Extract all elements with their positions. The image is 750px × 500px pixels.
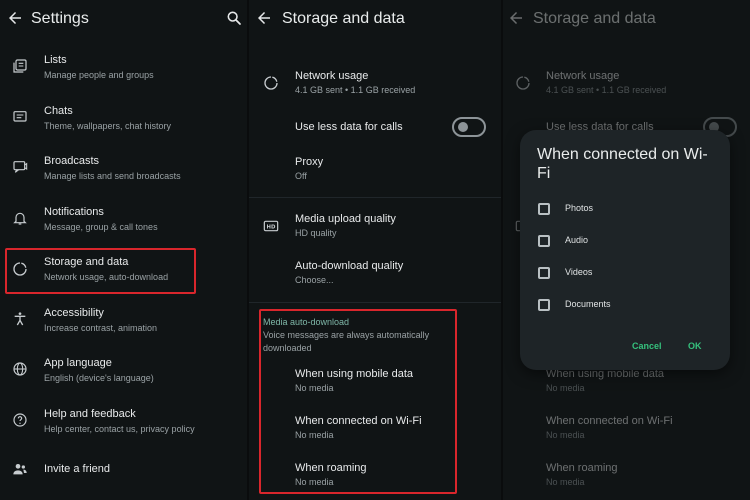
roaming-item: When roaming No media [503, 460, 750, 492]
help-icon [12, 412, 28, 428]
item-subtitle: No media [546, 430, 585, 440]
network-usage-icon [515, 75, 531, 91]
back-arrow-icon [507, 9, 525, 27]
lists-icon [12, 58, 28, 74]
item-subtitle: Choose... [295, 275, 334, 285]
chat-icon [12, 109, 28, 125]
settings-item-subtitle: Theme, wallpapers, chat history [44, 121, 172, 131]
item-label: When connected on Wi-Fi [546, 415, 673, 427]
settings-item-subtitle: English (device's language) [44, 373, 154, 383]
ok-button[interactable]: OK [688, 341, 702, 351]
search-icon[interactable] [226, 10, 242, 26]
settings-item-notifications[interactable]: Notifications Message, group & call tone… [0, 204, 247, 248]
back-arrow-icon[interactable] [6, 9, 24, 27]
settings-item-label: Lists [44, 54, 67, 66]
storage-top-bar: Storage and data [249, 0, 501, 40]
invite-icon [12, 461, 28, 477]
settings-item-label: Help and feedback [44, 408, 136, 420]
option-label: Videos [565, 267, 593, 277]
broadcast-icon [12, 159, 28, 175]
settings-item-subtitle: Increase contrast, animation [44, 323, 158, 333]
option-videos[interactable]: Videos [538, 264, 718, 284]
page-title: Settings [31, 10, 89, 27]
item-label: Network usage [295, 70, 369, 82]
storage-top-bar: Storage and data [503, 0, 750, 40]
settings-item-app-language[interactable]: App language English (device's language) [0, 355, 247, 399]
globe-icon [12, 361, 28, 377]
settings-item-subtitle: Network usage, auto-download [44, 272, 169, 282]
settings-item-subtitle: Message, group & call tones [44, 222, 158, 232]
settings-item-broadcasts[interactable]: Broadcasts Manage lists and send broadca… [0, 153, 247, 197]
checkbox[interactable] [538, 299, 550, 311]
item-subtitle: 4.1 GB sent • 1.1 GB received [546, 85, 667, 95]
settings-item-label: Notifications [44, 206, 104, 218]
page-title: Storage and data [282, 10, 405, 27]
accessibility-icon [12, 311, 28, 327]
proxy-item[interactable]: Proxy Off [249, 154, 501, 186]
item-label: Proxy [295, 156, 324, 168]
section-divider [249, 302, 501, 303]
checkbox[interactable] [538, 235, 550, 247]
storage-icon [12, 261, 28, 277]
item-subtitle: No media [546, 383, 585, 393]
settings-item-chats[interactable]: Chats Theme, wallpapers, chat history [0, 103, 247, 147]
svg-text:HD: HD [267, 224, 276, 230]
settings-item-label: Invite a friend [44, 463, 111, 475]
less-data-toggle[interactable] [452, 117, 486, 137]
bell-icon [12, 210, 28, 226]
item-label: Use less data for calls [295, 121, 403, 133]
dialog-title: When connected on Wi-Fi [537, 146, 708, 182]
wifi-auto-download-dialog: When connected on Wi-Fi Photos Audio Vid… [520, 130, 730, 370]
settings-item-storage-and-data[interactable]: Storage and data Network usage, auto-dow… [0, 254, 247, 298]
storage-screen: Storage and data Network usage 4.1 GB se… [249, 0, 501, 500]
item-subtitle: Off [295, 171, 307, 181]
option-audio[interactable]: Audio [538, 232, 718, 252]
item-label: Network usage [546, 70, 620, 82]
settings-item-label: Chats [44, 105, 73, 117]
item-subtitle: HD quality [295, 228, 337, 238]
wifi-item: When connected on Wi-Fi No media [503, 413, 750, 445]
option-documents[interactable]: Documents [538, 296, 718, 316]
item-label: When roaming [546, 462, 618, 474]
item-label: Auto-download quality [295, 260, 404, 272]
network-usage-item: Network usage 4.1 GB sent • 1.1 GB recei… [503, 68, 750, 102]
settings-item-label: App language [44, 357, 112, 369]
option-label: Photos [565, 203, 594, 213]
option-label: Audio [565, 235, 589, 245]
hd-icon: HD [263, 218, 279, 234]
settings-item-label: Accessibility [44, 307, 104, 319]
settings-item-invite[interactable]: Invite a friend [0, 458, 247, 488]
auto-download-quality-item[interactable]: Auto-download quality Choose... [249, 258, 501, 290]
network-usage-item[interactable]: Network usage 4.1 GB sent • 1.1 GB recei… [249, 68, 501, 102]
settings-item-lists[interactable]: Lists Manage people and groups [0, 52, 247, 96]
settings-top-bar: Settings [0, 0, 247, 40]
item-subtitle: 4.1 GB sent • 1.1 GB received [295, 85, 416, 95]
network-usage-icon [263, 75, 279, 91]
checkbox[interactable] [538, 267, 550, 279]
page-title: Storage and data [533, 10, 656, 27]
settings-item-subtitle: Manage people and groups [44, 70, 154, 80]
toggle-knob [458, 122, 468, 132]
highlight-box [259, 309, 457, 494]
item-subtitle: No media [546, 477, 585, 487]
back-arrow-icon[interactable] [255, 9, 273, 27]
item-label: Media upload quality [295, 213, 396, 225]
settings-item-label: Storage and data [44, 256, 129, 268]
upload-quality-item[interactable]: HD Media upload quality HD quality [249, 211, 501, 243]
settings-item-accessibility[interactable]: Accessibility Increase contrast, animati… [0, 305, 247, 349]
option-photos[interactable]: Photos [538, 200, 718, 220]
settings-item-subtitle: Manage lists and send broadcasts [44, 171, 181, 181]
settings-item-help[interactable]: Help and feedback Help center, contact u… [0, 406, 247, 450]
mobile-data-item: When using mobile data No media [503, 366, 750, 398]
checkbox[interactable] [538, 203, 550, 215]
settings-item-label: Broadcasts [44, 155, 100, 167]
less-data-item[interactable]: Use less data for calls [249, 115, 501, 141]
option-label: Documents [565, 299, 611, 309]
settings-item-subtitle: Help center, contact us, privacy policy [44, 424, 195, 434]
cancel-button[interactable]: Cancel [632, 341, 662, 351]
section-divider [249, 197, 501, 198]
settings-screen: Settings Lists Manage people and groups … [0, 0, 247, 500]
